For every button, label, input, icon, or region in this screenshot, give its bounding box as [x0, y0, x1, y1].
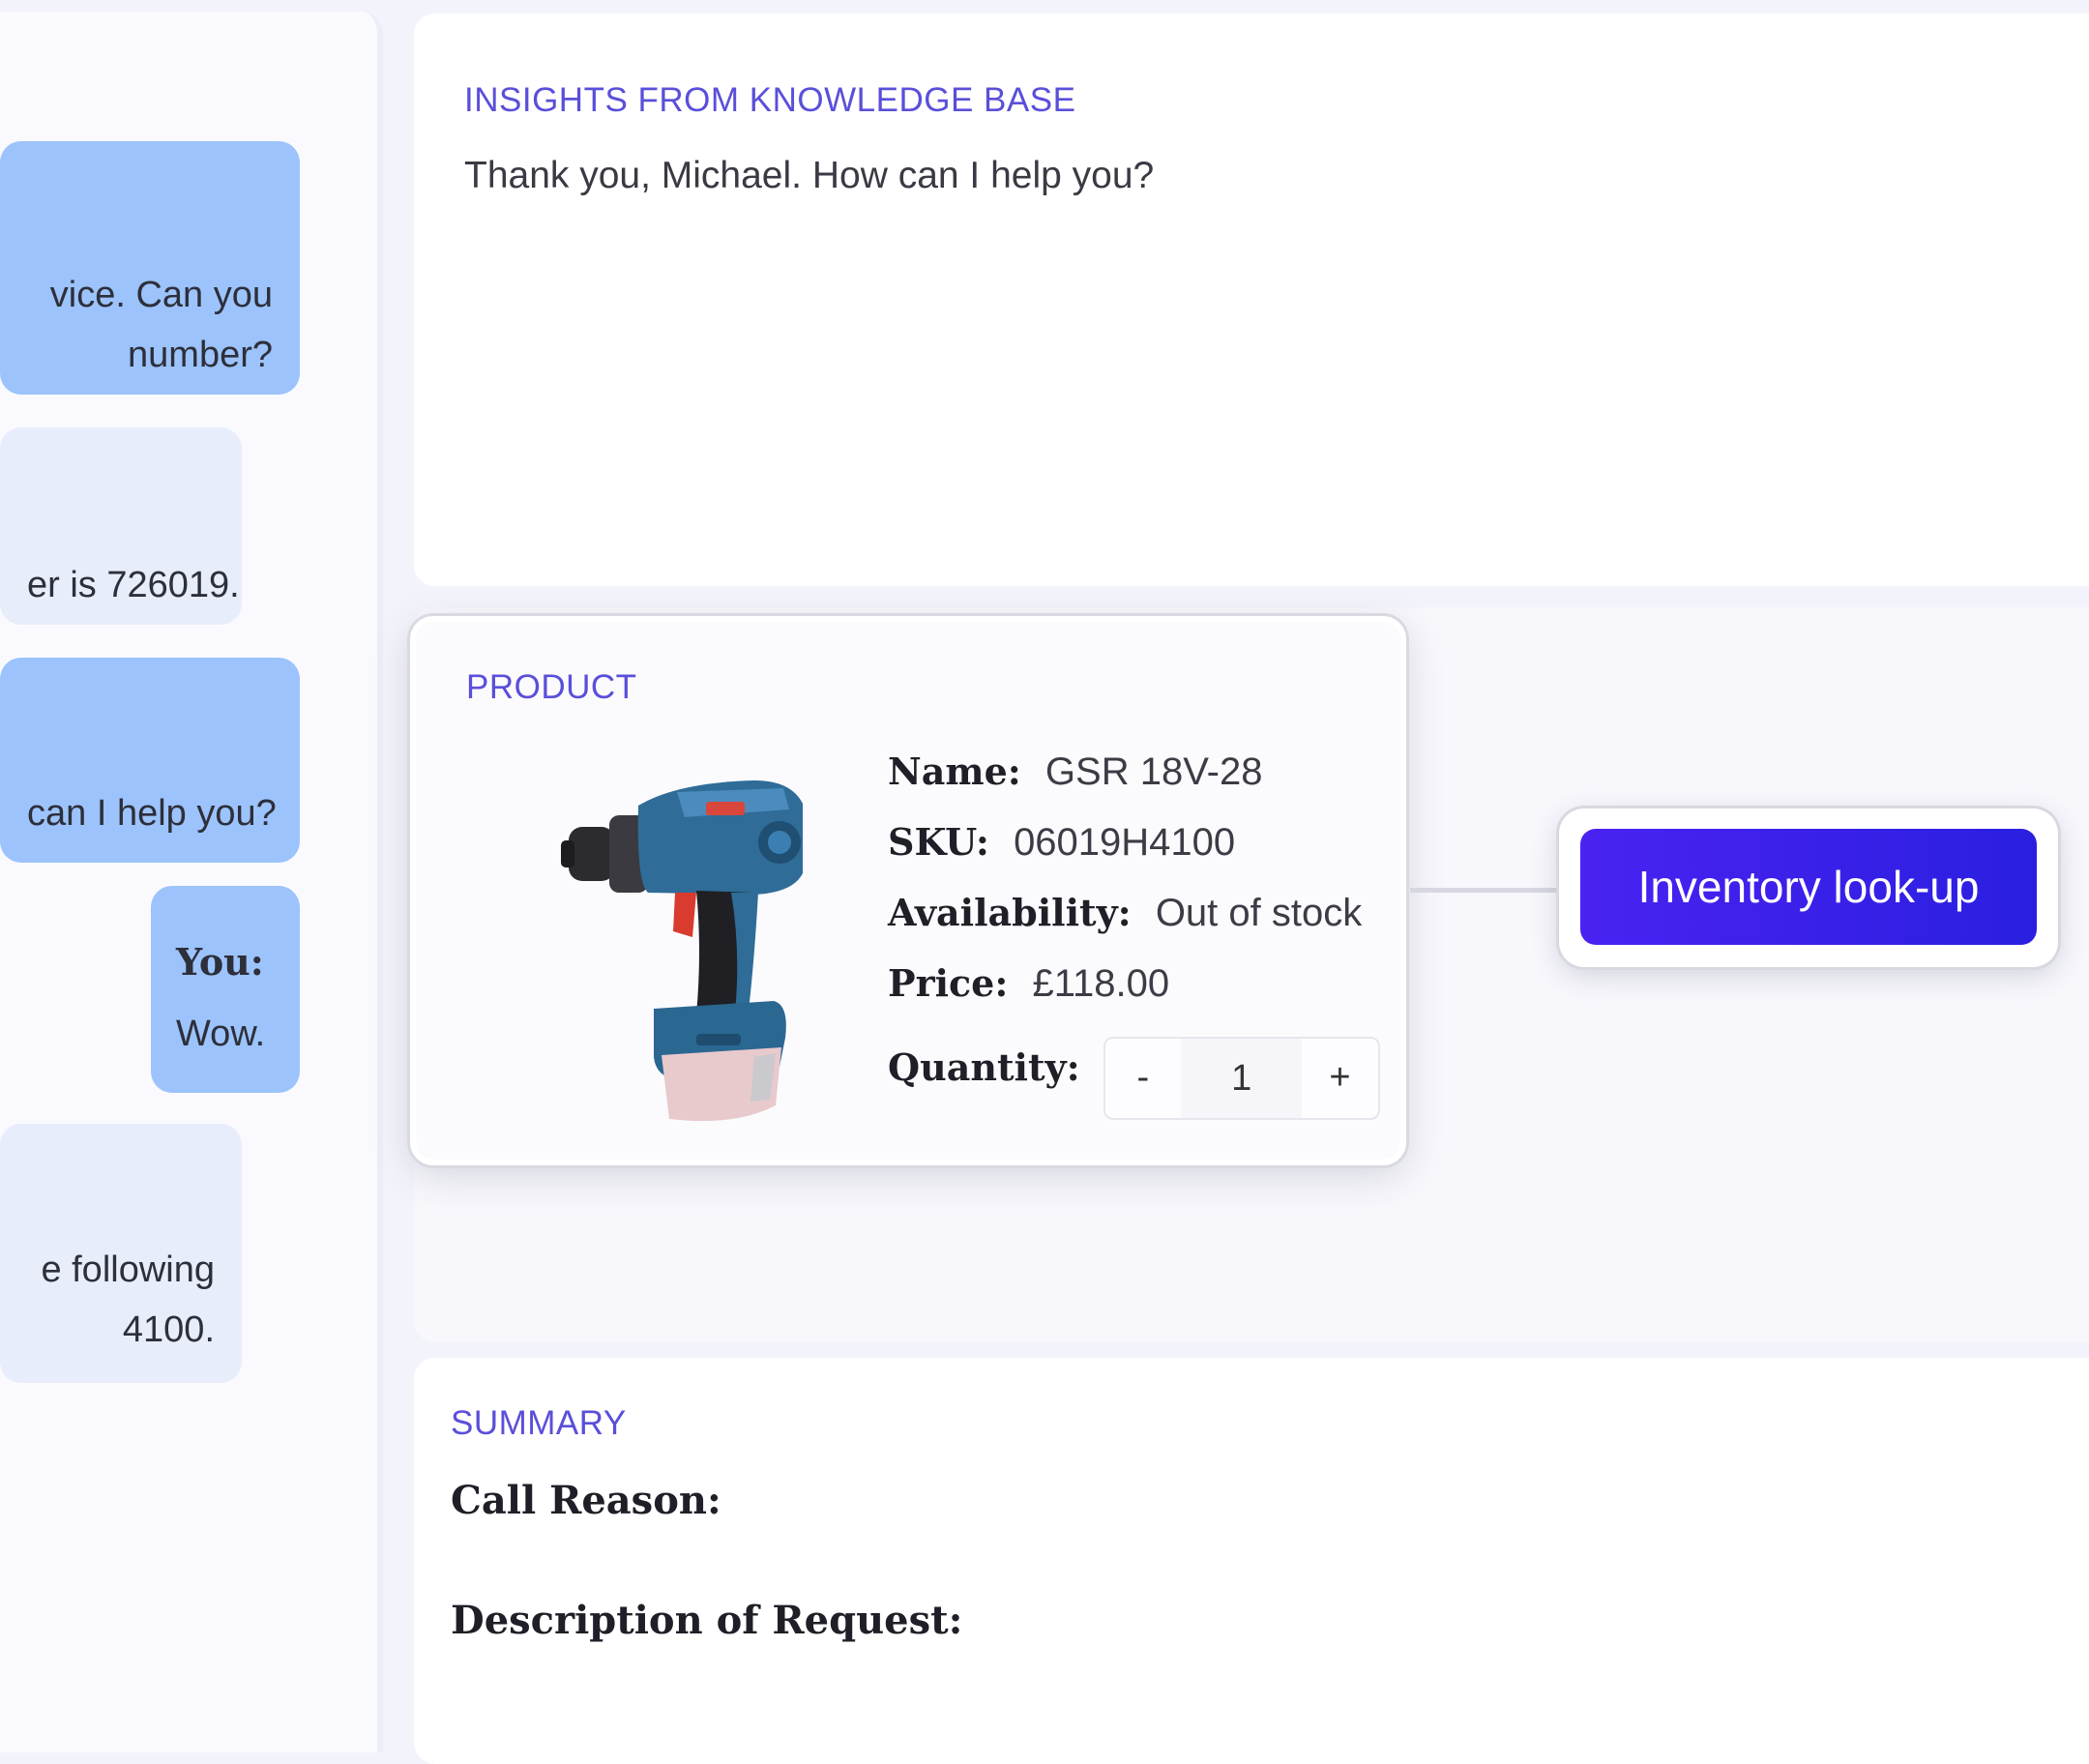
spec-name: Name: GSR 18V-28	[888, 750, 1380, 820]
chat-message-customer: er is 726019.	[0, 427, 242, 625]
chat-message-agent: You: Wow.	[151, 886, 300, 1093]
spec-availability-label: Availability:	[888, 891, 1132, 934]
chat-message-line: vice. Can you	[49, 275, 273, 315]
chat-message-line: er is 726019.	[27, 565, 240, 605]
spec-availability: Availability: Out of stock	[888, 891, 1380, 961]
spec-sku-value: 06019H4100	[1014, 821, 1236, 864]
call-reason-label: Call Reason:	[451, 1478, 721, 1523]
spec-availability-value: Out of stock	[1155, 892, 1363, 934]
chat-message-line: number?	[128, 335, 273, 375]
decrement-button[interactable]: -	[1105, 1057, 1181, 1099]
summary-title: SUMMARY	[451, 1404, 627, 1442]
insights-card: INSIGHTS FROM KNOWLEDGE BASE Thank you, …	[414, 14, 2089, 586]
product-title: PRODUCT	[466, 668, 637, 706]
description-label: Description of Request:	[451, 1598, 963, 1643]
spec-price: Price: £118.00	[888, 961, 1380, 1032]
insights-title: INSIGHTS FROM KNOWLEDGE BASE	[464, 81, 1076, 119]
chat-message-line: e following	[41, 1250, 215, 1290]
quantity-stepper[interactable]: - 1 +	[1103, 1036, 1380, 1120]
insight-text: Thank you, Michael. How can I help you?	[464, 155, 1155, 196]
spec-price-value: £118.00	[1032, 962, 1170, 1005]
chat-sender-label: You:	[176, 940, 264, 984]
spec-name-label: Name:	[888, 750, 1021, 793]
spec-sku-label: SKU:	[888, 820, 989, 864]
product-specs: Name: GSR 18V-28 SKU: 06019H4100 Availab…	[888, 750, 1380, 1120]
product-card: PRODUCT Name: GSR 18V-28 SKU: 06019H4100	[410, 616, 1406, 1165]
inventory-lookup-button[interactable]: Inventory look-up	[1580, 829, 2037, 945]
spec-quantity-label: Quantity:	[888, 1045, 1080, 1089]
chat-message-agent: vice. Can you number?	[0, 141, 300, 395]
chat-message-line: can I help you?	[27, 793, 277, 834]
quantity-value[interactable]: 1	[1180, 1038, 1303, 1118]
chat-message-line: Wow.	[176, 1014, 266, 1054]
chat-message-customer: e following 4100.	[0, 1124, 242, 1383]
cordless-drill-image	[561, 780, 803, 1122]
chat-panel: vice. Can you number? er is 726019. can …	[0, 12, 383, 1752]
spec-sku: SKU: 06019H4100	[888, 820, 1380, 891]
increment-button[interactable]: +	[1302, 1057, 1377, 1099]
spec-name-value: GSR 18V-28	[1044, 750, 1263, 793]
connector-line	[1410, 888, 1565, 893]
spec-quantity: Quantity: - 1 +	[888, 1032, 1380, 1120]
summary-card: SUMMARY Call Reason: Description of Requ…	[414, 1358, 2089, 1764]
spec-price-label: Price:	[888, 961, 1009, 1005]
chat-message-line: 4100.	[122, 1309, 215, 1350]
chat-message-agent: can I help you?	[0, 658, 300, 863]
